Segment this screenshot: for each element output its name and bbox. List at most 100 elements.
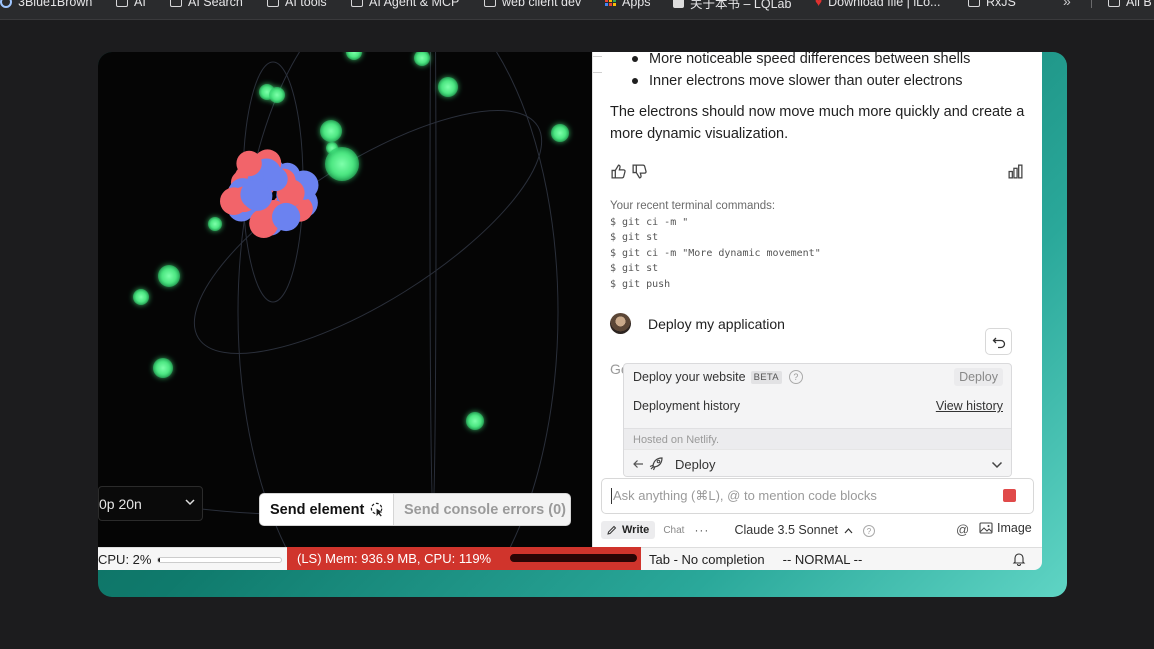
folder-icon <box>1108 0 1120 7</box>
avatar <box>610 313 631 334</box>
vim-mode: -- NORMAL -- <box>782 551 863 567</box>
chat-toolbar: Write Chat ··· Claude 3.5 Sonnet ? @ Ima… <box>601 518 1035 542</box>
help-icon[interactable]: ? <box>788 370 803 384</box>
memory-usage-bar <box>510 554 637 562</box>
atom-svg <box>98 52 569 547</box>
folder-icon <box>484 0 496 7</box>
bookmark-ai-search[interactable]: AI Search <box>170 0 243 10</box>
deploy-title: Deploy your website <box>633 370 746 384</box>
stop-generation-button[interactable] <box>1003 489 1016 502</box>
deploy-button[interactable]: Deploy <box>954 368 1003 386</box>
beta-badge: BETA <box>750 370 782 384</box>
chevron-down-icon[interactable] <box>991 459 1003 471</box>
electron <box>551 124 569 142</box>
bookmark-label: 关于本书 – LQLab <box>690 0 792 11</box>
cpu-usage-fill <box>158 558 161 562</box>
bookmark-label: 3Blue1Brown <box>18 0 93 9</box>
neutron <box>263 166 288 192</box>
terminal-command: $ git ci -m "More dynamic movement" <box>610 247 821 259</box>
bookmark-ai[interactable]: AI <box>116 0 146 10</box>
undo-button[interactable] <box>985 328 1012 355</box>
bookmarks-divider <box>1091 0 1092 8</box>
neutron <box>272 202 301 232</box>
view-history-link[interactable]: View history <box>936 399 1003 413</box>
bookmark-download-file[interactable]: ♥ Download file | iLo... <box>815 0 940 10</box>
bookmark-web-client-dev[interactable]: web client dev <box>484 0 581 10</box>
folder-icon <box>116 0 128 7</box>
bookmark-label: Download file | iLo... <box>828 0 941 9</box>
page-icon <box>673 0 684 8</box>
deploy-popup: Deploy your website BETA ? Deploy Deploy… <box>623 363 1012 477</box>
completion-status[interactable]: Tab - No completion <box>649 552 765 567</box>
cpu-usage-bar <box>157 557 282 563</box>
folder-icon <box>968 0 980 7</box>
thumbs-down-icon[interactable] <box>631 163 648 180</box>
bookmark-ai-tools[interactable]: AI tools <box>267 0 327 10</box>
terminal-history: Your recent terminal commands: $ git ci … <box>610 199 821 292</box>
bar-chart-icon[interactable] <box>1007 163 1024 180</box>
electron <box>320 120 342 142</box>
response-paragraph: The electrons should now move much more … <box>610 104 1025 142</box>
thumbs-up-icon[interactable] <box>610 163 627 180</box>
bookmarks-overflow-chevron-icon[interactable]: » <box>1063 0 1071 9</box>
write-mode-button[interactable]: Write <box>601 521 656 539</box>
deployment-history-label: Deployment history <box>633 399 740 413</box>
help-icon[interactable]: ? <box>862 525 875 538</box>
user-message: Deploy my application <box>610 313 785 334</box>
folder-icon <box>267 0 279 7</box>
bookmark-3blue1brown[interactable]: 3Blue1Brown <box>0 0 92 10</box>
write-label: Write <box>622 524 650 536</box>
image-button[interactable]: Image <box>979 521 1032 535</box>
chevron-up-icon <box>845 527 853 534</box>
process-select[interactable]: 0p 20n <box>98 486 203 521</box>
atom-visualization-canvas[interactable] <box>98 52 592 547</box>
electron <box>158 265 180 287</box>
send-element-label: Send element <box>270 501 365 518</box>
deploy-footer[interactable]: Deploy <box>624 449 1011 476</box>
electron <box>438 77 458 97</box>
process-select-value: 0p 20n <box>99 495 142 512</box>
bookmark-lqlab[interactable]: 关于本书 – LQLab <box>673 0 792 11</box>
pointer-select-icon <box>371 502 383 517</box>
image-label: Image <box>997 521 1032 535</box>
bookmark-label: RxJS <box>986 0 1016 9</box>
bookmark-label: AI Agent & MCP <box>369 0 460 9</box>
send-element-button[interactable]: Send element <box>260 494 394 525</box>
rocket-icon <box>649 457 663 471</box>
bookmark-label: AI <box>134 0 146 9</box>
chat-panel: More noticeable speed differences betwee… <box>592 52 1042 547</box>
send-console-errors-button[interactable]: Send console errors (0) <box>394 494 570 525</box>
circle-icon <box>0 0 12 8</box>
chat-mode-button[interactable]: Chat <box>663 525 684 536</box>
electron <box>414 52 430 66</box>
scroll-gutter <box>593 52 603 92</box>
chevron-down-icon <box>185 499 195 506</box>
chat-input[interactable]: Ask anything (⌘L), @ to mention code blo… <box>601 478 1034 514</box>
status-language-server[interactable]: (LS) Mem: 936.9 MB, CPU: 119% <box>287 547 641 570</box>
hosted-row: Hosted on Netlify. <box>624 428 1011 450</box>
bookmark-ai-agent[interactable]: AI Agent & MCP <box>351 0 459 10</box>
deployment-history-row: Deployment history View history <box>633 399 1003 413</box>
cpu-label: CPU: 2% <box>98 551 152 567</box>
heart-icon: ♥ <box>815 0 823 9</box>
bookmark-apps[interactable]: Apps <box>605 0 651 10</box>
orbit-path <box>193 110 543 354</box>
bookmark-all[interactable]: All B <box>1108 0 1152 10</box>
folder-icon <box>170 0 182 7</box>
status-editor: Tab - No completion -- NORMAL -- <box>641 547 1042 570</box>
image-icon <box>979 522 993 534</box>
bullet-item: More noticeable speed differences betwee… <box>631 52 970 70</box>
mention-button[interactable]: @ <box>956 522 969 537</box>
bell-icon[interactable] <box>1012 552 1026 566</box>
arrow-left-icon[interactable] <box>632 458 644 470</box>
user-message-text: Deploy my application <box>648 315 785 332</box>
more-options-button[interactable]: ··· <box>694 523 709 537</box>
terminal-command: $ git st <box>610 232 659 243</box>
model-selector[interactable]: Claude 3.5 Sonnet ? <box>734 523 875 538</box>
electron <box>325 147 359 181</box>
status-cpu: CPU: 2% <box>98 547 288 570</box>
electron <box>208 217 222 231</box>
terminal-command: $ git ci -m " <box>610 216 689 228</box>
bookmark-label: web client dev <box>502 0 582 9</box>
bookmark-rxjs[interactable]: RxJS <box>968 0 1016 10</box>
